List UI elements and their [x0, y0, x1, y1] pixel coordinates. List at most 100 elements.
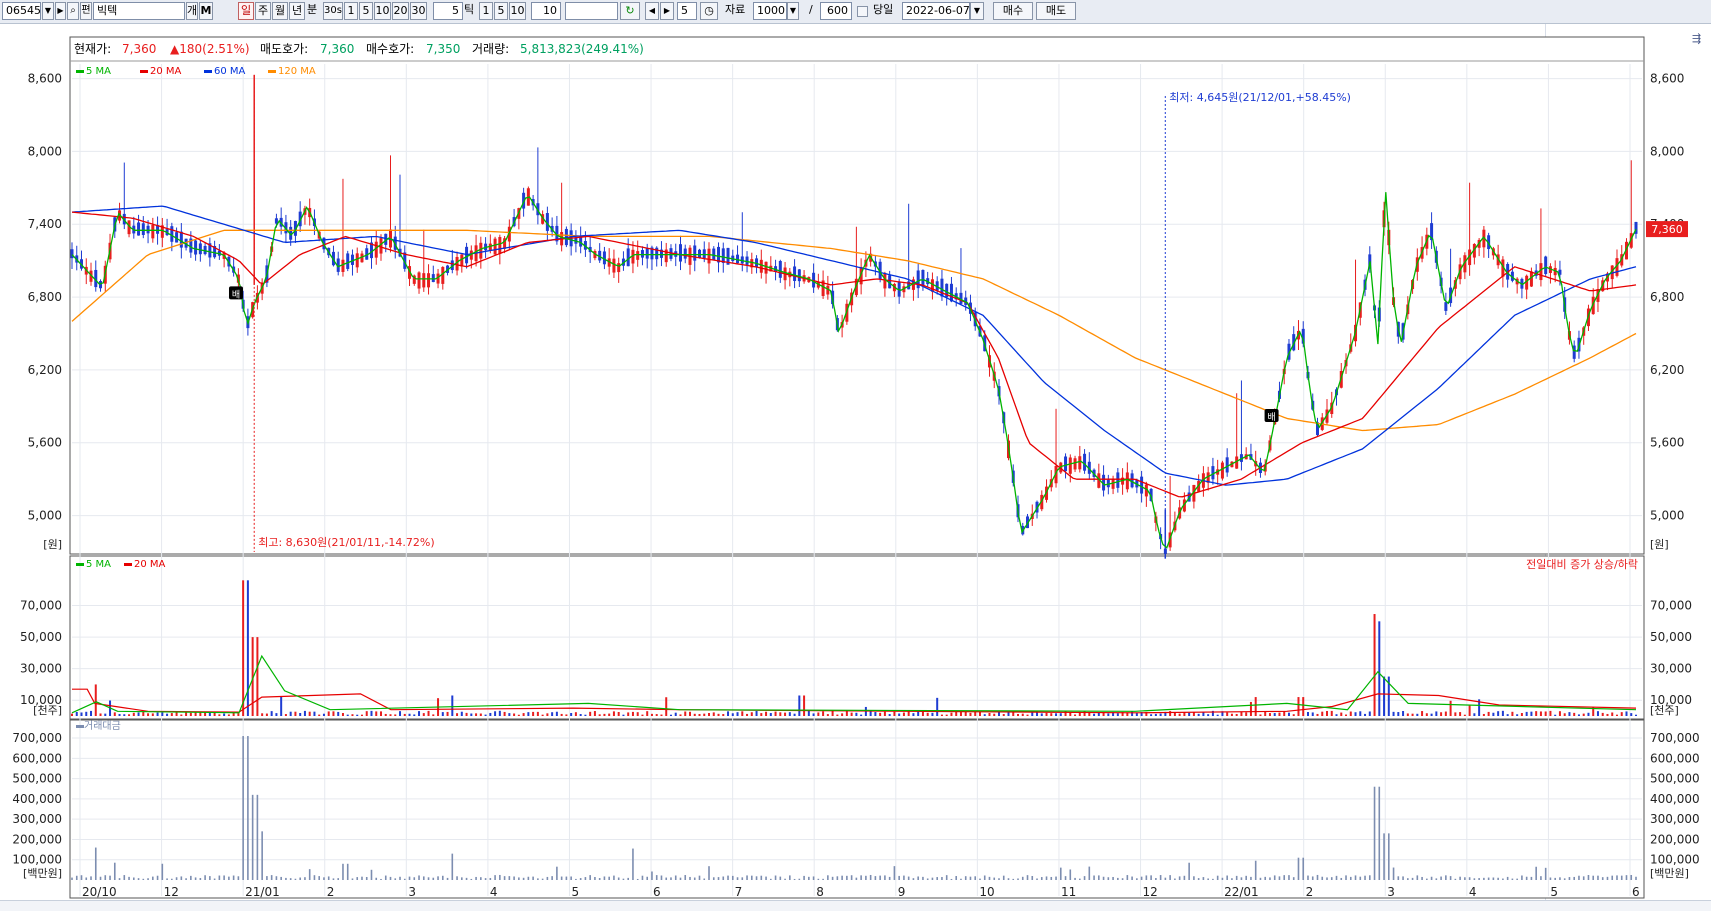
volume-bar [1406, 713, 1409, 716]
candle-body [698, 249, 702, 258]
value-bar [532, 876, 534, 880]
bottom-scrollbar[interactable] [0, 900, 1711, 911]
value-bar [869, 874, 872, 880]
minute-10-button[interactable]: 10 [374, 2, 391, 20]
period-year-button[interactable]: 년 [289, 2, 305, 20]
code-dropdown-icon[interactable]: ▼ [42, 2, 54, 20]
candle-body [712, 248, 716, 260]
stock-code-input[interactable]: 065450 [2, 2, 41, 20]
value-bar [1416, 875, 1419, 880]
date-dropdown-icon[interactable]: ▼ [970, 2, 984, 20]
next-arrow-icon[interactable]: ▶ [55, 2, 66, 20]
value-bar [518, 877, 520, 880]
minute-1-button[interactable]: 1 [344, 2, 358, 20]
value-bar [922, 876, 924, 880]
value-bar [1207, 878, 1209, 880]
period-month-button[interactable]: 월 [272, 2, 288, 20]
volume-bar [71, 713, 73, 716]
value-bar [289, 878, 292, 880]
x-axis-label: 12 [164, 885, 179, 899]
value-bar [361, 876, 363, 880]
value-bar [655, 875, 658, 880]
volume-bar [1154, 713, 1157, 716]
sell-button[interactable]: 매도 [1036, 2, 1076, 20]
value-bar [741, 877, 744, 880]
bid-label: 매수호가: [366, 42, 414, 56]
value-bar [470, 878, 473, 880]
tick-value-input[interactable]: 10 [531, 2, 561, 20]
value-axis-left-label: 100,000 [12, 853, 62, 867]
volume-bar [1354, 712, 1357, 716]
display-count-input[interactable]: 600 [820, 2, 852, 20]
next-page-icon[interactable]: ▶ [660, 2, 674, 20]
today-checkbox[interactable] [857, 6, 868, 17]
value-bar [142, 878, 145, 880]
volume-bar [218, 714, 221, 716]
volume-bar [1097, 712, 1100, 716]
value-bar [979, 878, 981, 880]
edit-mode-button[interactable]: 편 [80, 2, 92, 20]
value-bar [152, 876, 154, 880]
candle-body [612, 258, 616, 273]
count-input[interactable]: 5 [677, 2, 697, 20]
period-week-button[interactable]: 주 [255, 2, 271, 20]
volume-bar [822, 711, 825, 716]
volume-bar [784, 712, 787, 716]
value-bar [1155, 878, 1157, 880]
value-bar [1378, 786, 1381, 880]
minute-30s-button[interactable]: 30s [323, 2, 343, 20]
refresh-icon[interactable]: ↻ [620, 2, 640, 20]
price-change-value: ▲180(2.51%) [170, 42, 250, 56]
minute-20-button[interactable]: 20 [392, 2, 409, 20]
value-bar [223, 875, 225, 880]
volume-bar [318, 714, 321, 716]
account-button[interactable]: 개 [186, 2, 198, 20]
candle-body [949, 283, 953, 302]
date-field[interactable]: 2022-06-07 [902, 2, 970, 20]
candle-body [1116, 472, 1120, 488]
value-bar [1012, 878, 1015, 880]
blank-input[interactable] [565, 2, 618, 20]
m-button[interactable]: M [199, 2, 213, 20]
value-bar [1316, 874, 1319, 880]
clock-icon[interactable]: ◷ [700, 2, 718, 20]
minute-5-button[interactable]: 5 [359, 2, 373, 20]
candle-body [137, 222, 141, 236]
volume-bar [755, 711, 758, 716]
value-bar [1421, 876, 1423, 880]
volume-axis-right-label: 50,000 [1650, 630, 1692, 644]
volume-bar [551, 712, 554, 716]
minute-30-button[interactable]: 30 [410, 2, 427, 20]
volume-bar [959, 712, 962, 716]
volume-bar [484, 714, 487, 716]
value-bar [251, 794, 254, 880]
stock-name-field[interactable]: 빅텍 [93, 2, 185, 20]
volume-bar [874, 712, 877, 716]
tick-1-button[interactable]: 1 [479, 2, 493, 20]
volume-bar [926, 712, 929, 716]
volume-axis-right-label: 70,000 [1650, 599, 1692, 613]
data-count-select[interactable]: 1000 [753, 2, 787, 20]
value-bar [484, 878, 487, 880]
prev-page-icon[interactable]: ◀ [645, 2, 659, 20]
value-bar [275, 876, 278, 880]
value-bar [784, 878, 786, 880]
value-bar [836, 876, 839, 880]
volume-bar [1525, 711, 1528, 716]
buy-button[interactable]: 매수 [993, 2, 1033, 20]
candle-body [759, 259, 763, 273]
x-axis-label: 11 [1061, 885, 1076, 899]
volume-bar [1055, 713, 1058, 716]
volume-value: 5,813,823(249.41%) [520, 42, 644, 56]
value-bar [546, 876, 549, 880]
volume-bar [94, 684, 97, 716]
value-bar [346, 863, 349, 880]
tick-5-button[interactable]: 5 [494, 2, 508, 20]
tick-count-input[interactable]: 5 [433, 2, 463, 20]
data-count-dropdown-icon[interactable]: ▼ [787, 2, 799, 20]
value-bar [422, 876, 425, 880]
period-day-button[interactable]: 일 [238, 2, 254, 20]
tick-10-button[interactable]: 10 [509, 2, 526, 20]
value-bar [270, 875, 273, 880]
magnifier-icon[interactable]: ⌕ [67, 2, 79, 20]
